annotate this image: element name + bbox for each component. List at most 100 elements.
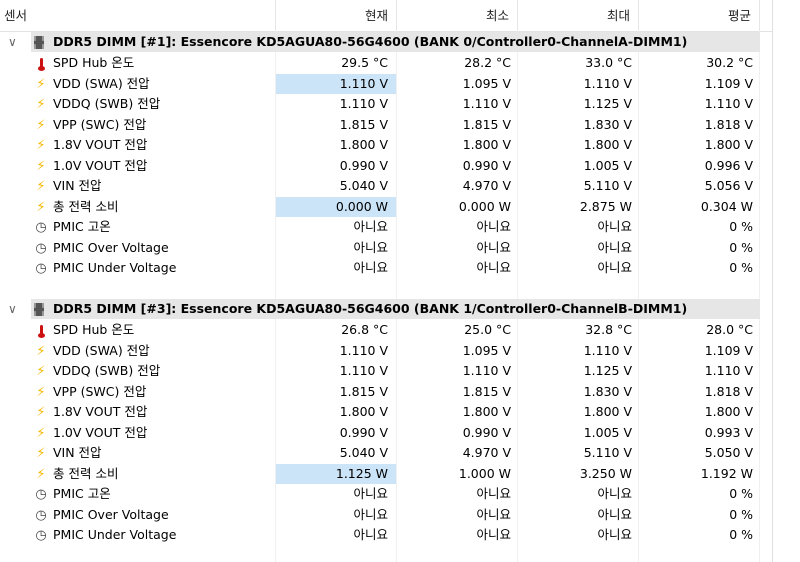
value-max: 1.800 V: [583, 404, 632, 419]
value-max: 3.250 W: [579, 465, 632, 481]
value-avg: 1.192 W: [700, 465, 753, 481]
value-current: 아니요: [353, 260, 388, 275]
scrollbar-track[interactable]: [772, 0, 773, 562]
sensor-row[interactable]: ⚡ VPP (SWC) 전압 1.815 V 1.815 V 1.830 V 1.818 …: [0, 115, 772, 136]
value-avg: 1.800 V: [704, 404, 753, 419]
value-avg: 0.996 V: [704, 157, 753, 173]
sensor-row[interactable]: ⚡ 1.8V VOUT 전압 1.800 V 1.800 V 1.800 V 1.800 …: [0, 135, 772, 156]
value-current: 아니요: [353, 486, 388, 501]
column-min[interactable]: 최소: [397, 0, 518, 31]
value-min: 1.095 V: [462, 75, 511, 91]
sensor-label: PMIC Over Voltage: [53, 506, 169, 522]
chevron-down-icon[interactable]: ∨: [8, 35, 22, 49]
lightning-icon: ⚡: [36, 179, 46, 194]
chevron-down-icon[interactable]: ∨: [8, 302, 22, 316]
value-current: 26.8 °C: [341, 322, 388, 337]
sensor-row[interactable]: ◷ PMIC 고온 아니요 아니요 아니요 0 %: [0, 484, 772, 505]
lightning-icon: ⚡: [36, 76, 46, 92]
value-min: 1.110 V: [462, 363, 511, 378]
value-current: 5.040 V: [339, 178, 388, 193]
value-min: 아니요: [476, 486, 511, 501]
sensor-row[interactable]: SPD Hub 온도 29.5 °C 28.2 °C 33.0 °C 30.2 °C: [0, 53, 772, 74]
sensor-row[interactable]: ◷ PMIC Under Voltage 아니요 아니요 아니요 0 %: [0, 258, 772, 279]
sensor-label: 1.0V VOUT 전압: [53, 157, 148, 173]
sensor-row[interactable]: ◷ PMIC Over Voltage 아니요 아니요 아니요 0 %: [0, 238, 772, 259]
column-sensor[interactable]: 센서: [0, 0, 276, 31]
lightning-icon: ⚡: [36, 425, 46, 441]
sensor-row[interactable]: ⚡ VIN 전압 5.040 V 4.970 V 5.110 V 5.050 V: [0, 443, 772, 464]
column-header: 센서 현재 최소 최대 평균: [0, 0, 772, 32]
sensor-label: PMIC Under Voltage: [53, 260, 177, 275]
thermometer-icon: [34, 323, 48, 338]
sensor-row[interactable]: ⚡ VPP (SWC) 전압 1.815 V 1.815 V 1.830 V 1.818 …: [0, 382, 772, 403]
sensor-label: VPP (SWC) 전압: [53, 383, 147, 399]
sensor-row[interactable]: ⚡ 1.8V VOUT 전압 1.800 V 1.800 V 1.800 V 1.800 …: [0, 402, 772, 423]
value-current: 1.125 W: [276, 463, 396, 484]
sensor-label: VIN 전압: [53, 445, 102, 460]
sensor-row[interactable]: ◷ PMIC Under Voltage 아니요 아니요 아니요 0 %: [0, 525, 772, 546]
value-avg: 1.818 V: [704, 383, 753, 399]
group-row[interactable]: ∨ DDR5 DIMM [#3]: Essencore KD5AGUA80-56G…: [0, 299, 772, 319]
memory-chip-icon: [34, 36, 44, 49]
column-avg[interactable]: 평균: [639, 0, 760, 31]
value-min: 아니요: [476, 506, 511, 522]
sensor-row[interactable]: ⚡ VDDQ (SWB) 전압 1.110 V 1.110 V 1.125 V 1.110…: [0, 361, 772, 382]
value-min: 아니요: [476, 260, 511, 275]
value-current: 1.800 V: [339, 404, 388, 419]
value-current: 0.990 V: [339, 157, 388, 173]
value-max: 1.125 V: [583, 96, 632, 111]
value-max: 1.005 V: [583, 424, 632, 440]
group-row[interactable]: ∨ DDR5 DIMM [#1]: Essencore KD5AGUA80-56G…: [0, 32, 772, 52]
value-avg: 1.109 V: [704, 342, 753, 358]
sensor-label: SPD Hub 온도: [53, 322, 135, 337]
sensor-row[interactable]: ⚡ 총 전력 소비 0.000 W 0.000 W 2.875 W 0.304 W: [0, 196, 772, 217]
sensor-label: 1.8V VOUT 전압: [53, 137, 148, 152]
value-current: 29.5 °C: [341, 55, 388, 70]
lightning-icon: ⚡: [36, 117, 46, 133]
sensor-row[interactable]: ⚡ 1.0V VOUT 전압 0.990 V 0.990 V 1.005 V 0.993 …: [0, 423, 772, 444]
lightning-icon: ⚡: [36, 384, 46, 400]
value-max: 아니요: [597, 239, 632, 255]
sensor-row[interactable]: SPD Hub 온도 26.8 °C 25.0 °C 32.8 °C 28.0 °C: [0, 320, 772, 341]
sensor-row[interactable]: ⚡ VDDQ (SWB) 전압 1.110 V 1.110 V 1.125 V 1.110…: [0, 94, 772, 115]
sensor-label: VDD (SWA) 전압: [53, 75, 150, 91]
clock-icon: ◷: [35, 507, 47, 523]
sensor-row[interactable]: ⚡ 총 전력 소비 1.125 W 1.000 W 3.250 W 1.192 W: [0, 463, 772, 484]
sensor-row[interactable]: ⚡ VDD (SWA) 전압 1.110 V 1.095 V 1.110 V 1.109 …: [0, 341, 772, 362]
column-max[interactable]: 최대: [518, 0, 639, 31]
sensor-row[interactable]: ⚡ VIN 전압 5.040 V 4.970 V 5.110 V 5.056 V: [0, 176, 772, 197]
sensor-row[interactable]: ⚡ 1.0V VOUT 전압 0.990 V 0.990 V 1.005 V 0.996 …: [0, 156, 772, 177]
value-current: 1.800 V: [339, 137, 388, 152]
group-title: DDR5 DIMM [#1]: Essencore KD5AGUA80-56G4…: [53, 34, 688, 49]
value-max: 아니요: [597, 219, 632, 234]
sensor-row[interactable]: ◷ PMIC 고온 아니요 아니요 아니요 0 %: [0, 217, 772, 238]
value-current: 1.815 V: [339, 383, 388, 399]
value-min: 1.815 V: [462, 383, 511, 399]
value-avg: 5.056 V: [704, 178, 753, 193]
value-avg: 1.110 V: [704, 363, 753, 378]
value-min: 4.970 V: [462, 445, 511, 460]
lightning-icon: ⚡: [36, 405, 46, 420]
value-max: 아니요: [597, 486, 632, 501]
value-current: 아니요: [353, 239, 388, 255]
value-avg: 30.2 °C: [706, 55, 753, 70]
group-title: DDR5 DIMM [#3]: Essencore KD5AGUA80-56G4…: [53, 301, 688, 316]
value-max: 1.110 V: [583, 342, 632, 358]
sensor-row[interactable]: ◷ PMIC Over Voltage 아니요 아니요 아니요 0 %: [0, 505, 772, 526]
value-current: 0.000 W: [276, 196, 396, 217]
value-avg: 0 %: [729, 239, 753, 255]
value-min: 1.095 V: [462, 342, 511, 358]
column-current[interactable]: 현재: [276, 0, 397, 31]
sensor-label: VDD (SWA) 전압: [53, 342, 150, 358]
clock-icon: ◷: [35, 487, 47, 502]
value-avg: 0 %: [729, 506, 753, 522]
sensor-label: PMIC 고온: [53, 486, 111, 501]
sensor-label: VPP (SWC) 전압: [53, 116, 147, 132]
value-current: 5.040 V: [339, 445, 388, 460]
sensor-row[interactable]: ⚡ VDD (SWA) 전압 1.110 V 1.095 V 1.110 V 1.109 …: [0, 73, 772, 94]
sensor-label: PMIC Over Voltage: [53, 239, 169, 255]
value-avg: 1.818 V: [704, 116, 753, 132]
value-max: 1.125 V: [583, 363, 632, 378]
value-avg: 0 %: [729, 260, 753, 275]
value-max: 5.110 V: [583, 178, 632, 193]
